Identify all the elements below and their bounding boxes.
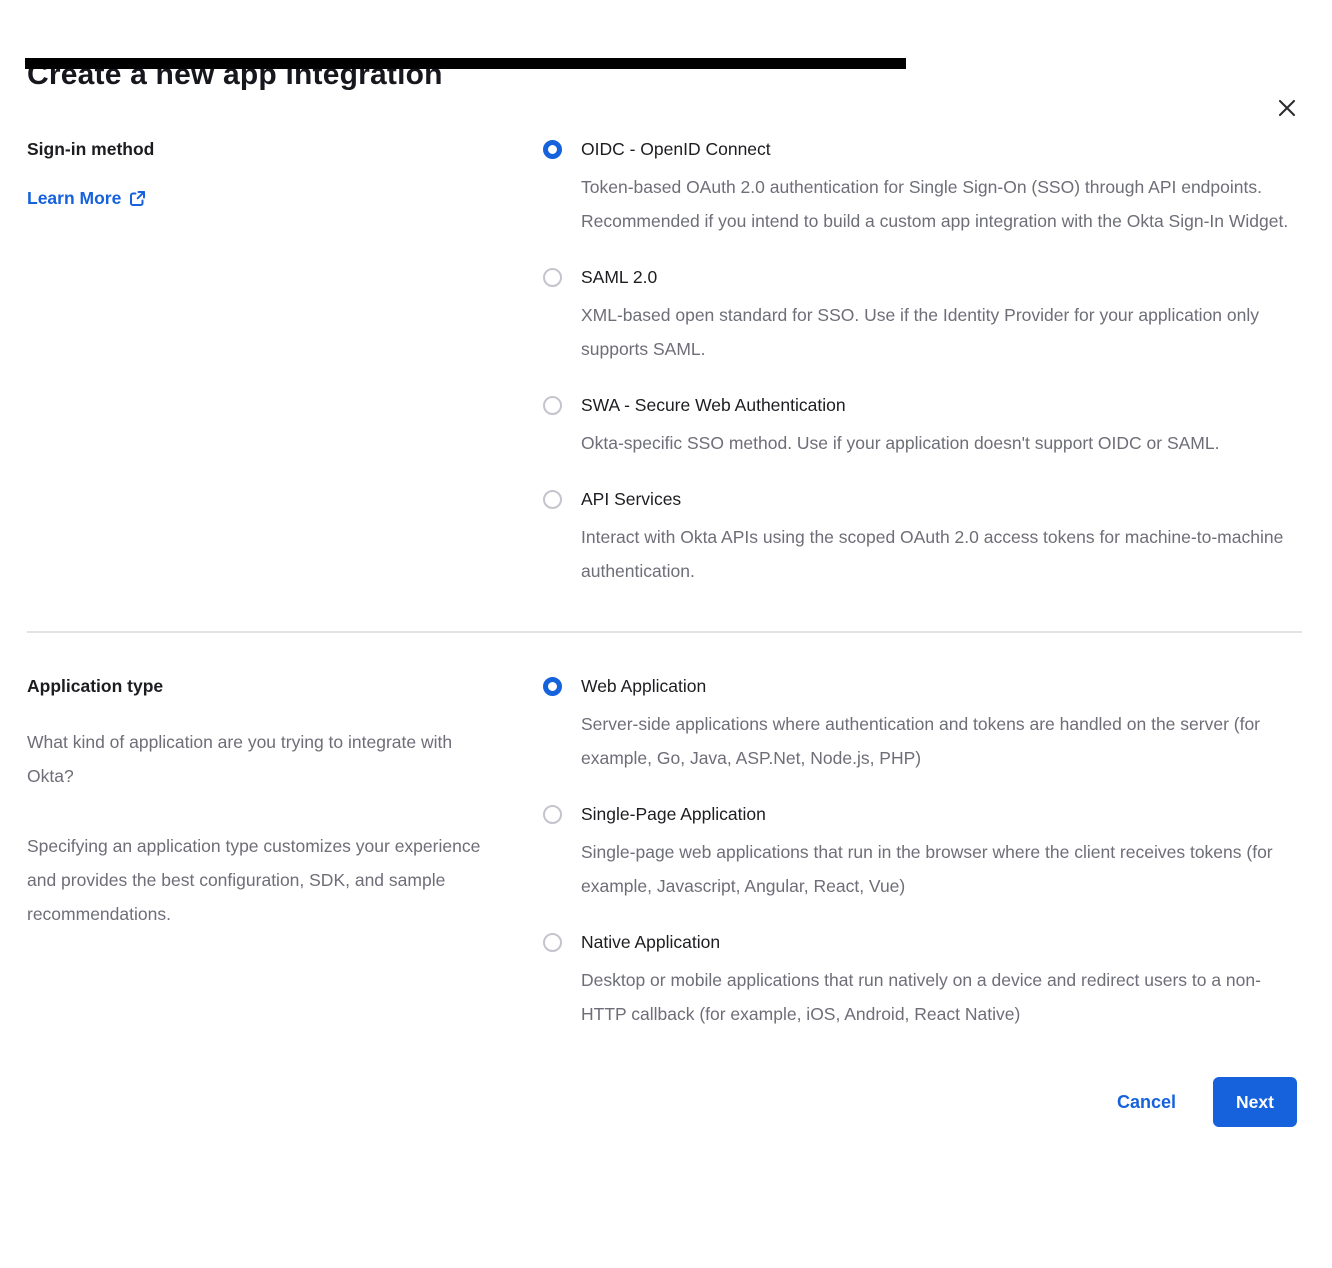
radio-button-icon[interactable]	[543, 490, 562, 509]
application-type-label: Application type	[27, 674, 503, 698]
external-link-icon	[129, 190, 146, 207]
application-type-help-text: Specifying an application type customize…	[27, 829, 499, 931]
radio-option-label[interactable]: Web Application	[581, 674, 1293, 699]
application-type-options: Web Application Server-side applications…	[543, 674, 1297, 1031]
radio-button-icon[interactable]	[543, 268, 562, 287]
radio-option-description: Single-page web applications that run in…	[581, 835, 1293, 903]
radio-option[interactable]: SWA - Secure Web Authentication Okta-spe…	[543, 393, 1297, 460]
top-dark-bar	[25, 58, 906, 69]
radio-button-icon[interactable]	[543, 396, 562, 415]
radio-option-description: XML-based open standard for SSO. Use if …	[581, 298, 1293, 366]
close-icon[interactable]	[1275, 96, 1299, 120]
radio-option-description: Desktop or mobile applications that run …	[581, 963, 1293, 1031]
signin-method-label: Sign-in method	[27, 137, 503, 161]
radio-option-label[interactable]: API Services	[581, 487, 1293, 512]
learn-more-label[interactable]: Learn More	[27, 188, 121, 209]
radio-button-icon[interactable]	[543, 677, 562, 696]
radio-option[interactable]: Native Application Desktop or mobile app…	[543, 930, 1297, 1031]
application-type-section: Application type What kind of applicatio…	[0, 674, 1332, 1031]
learn-more-link[interactable]: Learn More	[27, 188, 146, 209]
next-button[interactable]: Next	[1213, 1077, 1297, 1127]
radio-option-label[interactable]: SAML 2.0	[581, 265, 1293, 290]
radio-option-description: Server-side applications where authentic…	[581, 707, 1293, 775]
cancel-button[interactable]: Cancel	[1117, 1092, 1176, 1113]
radio-option-description: Token-based OAuth 2.0 authentication for…	[581, 170, 1293, 238]
radio-option-description: Interact with Okta APIs using the scoped…	[581, 520, 1293, 588]
signin-method-section: Sign-in method Learn More OIDC - OpenID …	[0, 137, 1332, 588]
radio-option[interactable]: API Services Interact with Okta APIs usi…	[543, 487, 1297, 588]
radio-option-description: Okta-specific SSO method. Use if your ap…	[581, 426, 1219, 460]
radio-option[interactable]: Web Application Server-side applications…	[543, 674, 1297, 775]
radio-option-label[interactable]: Single-Page Application	[581, 802, 1293, 827]
radio-option[interactable]: SAML 2.0 XML-based open standard for SSO…	[543, 265, 1297, 366]
radio-button-icon[interactable]	[543, 933, 562, 952]
signin-method-options: OIDC - OpenID Connect Token-based OAuth …	[543, 137, 1297, 588]
section-divider	[27, 631, 1302, 633]
radio-button-icon[interactable]	[543, 805, 562, 824]
application-type-question: What kind of application are you trying …	[27, 725, 499, 793]
radio-button-icon[interactable]	[543, 140, 562, 159]
radio-option-label[interactable]: Native Application	[581, 930, 1293, 955]
radio-option-label[interactable]: SWA - Secure Web Authentication	[581, 393, 1219, 418]
radio-option[interactable]: OIDC - OpenID Connect Token-based OAuth …	[543, 137, 1297, 238]
footer-actions: Cancel Next	[0, 1077, 1332, 1127]
radio-option[interactable]: Single-Page Application Single-page web …	[543, 802, 1297, 903]
radio-option-label[interactable]: OIDC - OpenID Connect	[581, 137, 1293, 162]
